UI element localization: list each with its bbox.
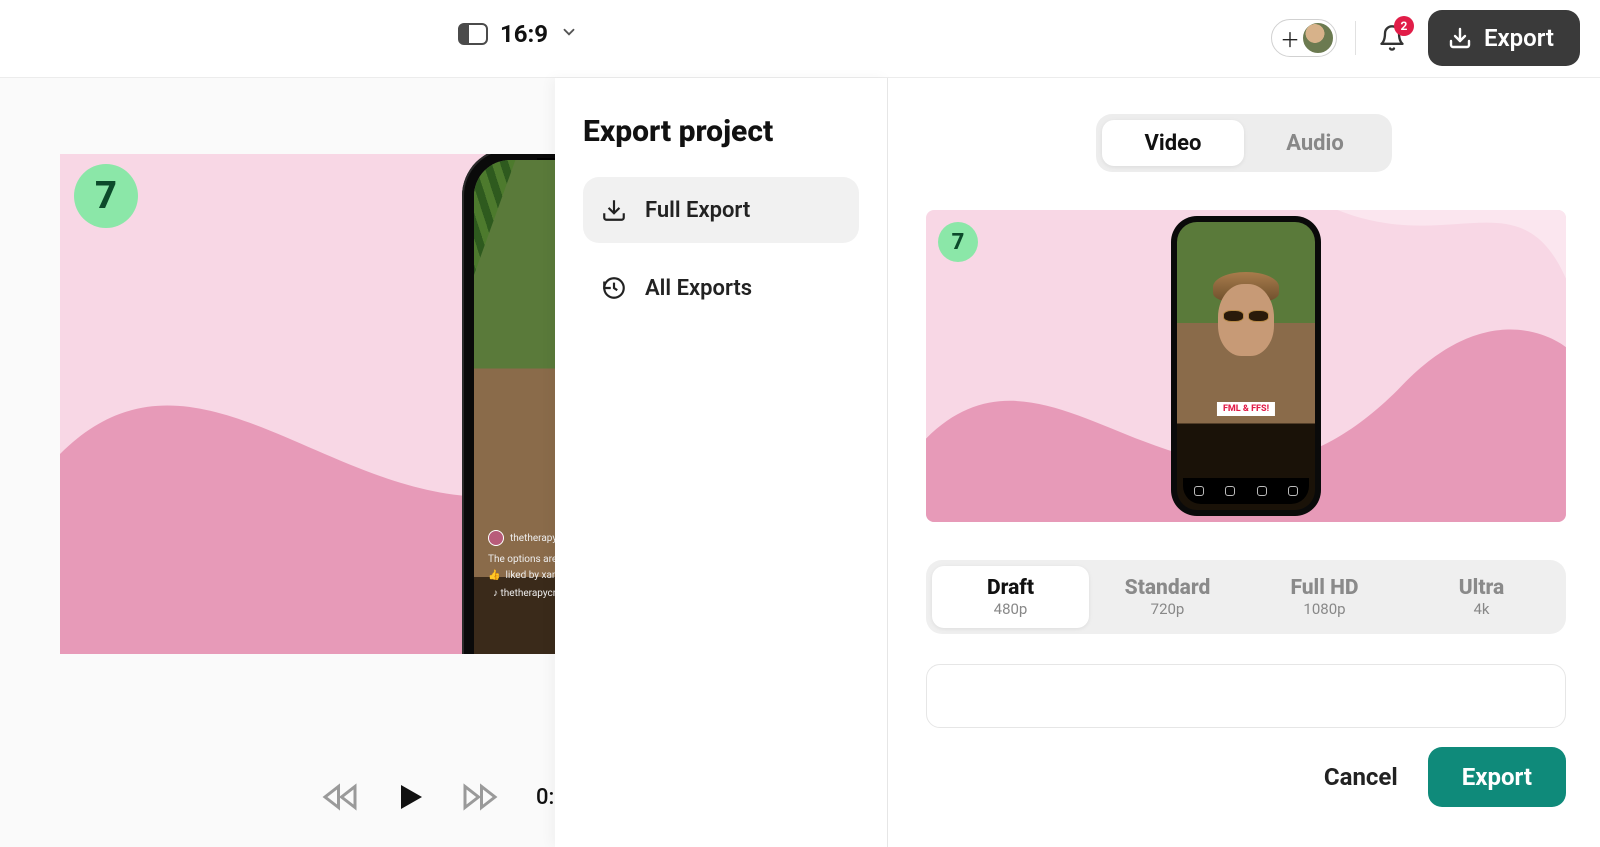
video-caption: FML & FFS! (1217, 402, 1275, 416)
tab-audio[interactable]: Audio (1244, 120, 1386, 166)
export-button-label: Export (1484, 24, 1554, 52)
topbar: 16:9 ＋ 2 Export (0, 0, 1600, 78)
settings-panel[interactable] (926, 664, 1566, 728)
quality-title: Standard (1125, 576, 1211, 600)
export-type-tabs: Video Audio (1096, 114, 1392, 172)
all-exports-item[interactable]: All Exports (583, 255, 859, 321)
thumbs-up-icon: 👍 (488, 568, 500, 583)
quality-ultra[interactable]: Ultra 4k (1403, 566, 1560, 628)
export-modal: Video Audio 7 FML & FFS! Draft 480p Stan… (888, 78, 1600, 847)
invite-button[interactable]: ＋ (1271, 19, 1337, 57)
scene-number-badge: 7 (74, 164, 138, 228)
quality-sub: 1080p (1303, 600, 1345, 618)
quality-sub: 480p (994, 600, 1028, 618)
quality-selector: Draft 480p Standard 720p Full HD 1080p U… (926, 560, 1566, 634)
chevron-down-icon (560, 23, 578, 45)
all-exports-label: All Exports (645, 276, 752, 301)
quality-title: Full HD (1290, 576, 1358, 600)
quality-fullhd[interactable]: Full HD 1080p (1246, 566, 1403, 628)
scene-number-badge: 7 (938, 222, 978, 262)
play-button[interactable] (390, 777, 430, 817)
quality-title: Draft (987, 576, 1034, 600)
tab-video[interactable]: Video (1102, 120, 1244, 166)
export-button[interactable]: Export (1428, 10, 1580, 66)
aspect-ratio-label: 16:9 (500, 20, 548, 48)
phone-mockup-small: FML & FFS! (1171, 216, 1321, 516)
divider (1355, 21, 1356, 55)
export-thumbnail: 7 FML & FFS! (926, 210, 1566, 522)
export-panel-title: Export project (583, 114, 859, 149)
transport-controls: 0:06: (320, 777, 585, 817)
aspect-ratio-selector[interactable]: 16:9 (458, 20, 578, 48)
export-confirm-button[interactable]: Export (1428, 747, 1566, 807)
quality-standard[interactable]: Standard 720p (1089, 566, 1246, 628)
topbar-right: ＋ 2 Export (1271, 10, 1580, 66)
quality-sub: 4k (1473, 600, 1489, 618)
quality-sub: 720p (1151, 600, 1185, 618)
avatar (1302, 22, 1334, 54)
download-icon (601, 197, 627, 223)
quality-title: Ultra (1459, 576, 1504, 600)
rewind-button[interactable] (320, 777, 360, 817)
cancel-button[interactable]: Cancel (1312, 749, 1410, 805)
profile-pic-icon (488, 530, 504, 546)
export-side-panel: Export project Full Export All Exports (555, 78, 888, 847)
quality-draft[interactable]: Draft 480p (932, 566, 1089, 628)
modal-footer: Cancel Export (888, 747, 1600, 807)
download-icon (1448, 26, 1472, 50)
notifications-button[interactable]: 2 (1374, 20, 1410, 56)
full-export-label: Full Export (645, 198, 750, 223)
history-icon (601, 275, 627, 301)
notification-badge: 2 (1394, 16, 1414, 36)
forward-button[interactable] (460, 777, 500, 817)
full-export-item[interactable]: Full Export (583, 177, 859, 243)
aspect-ratio-icon (458, 23, 488, 45)
